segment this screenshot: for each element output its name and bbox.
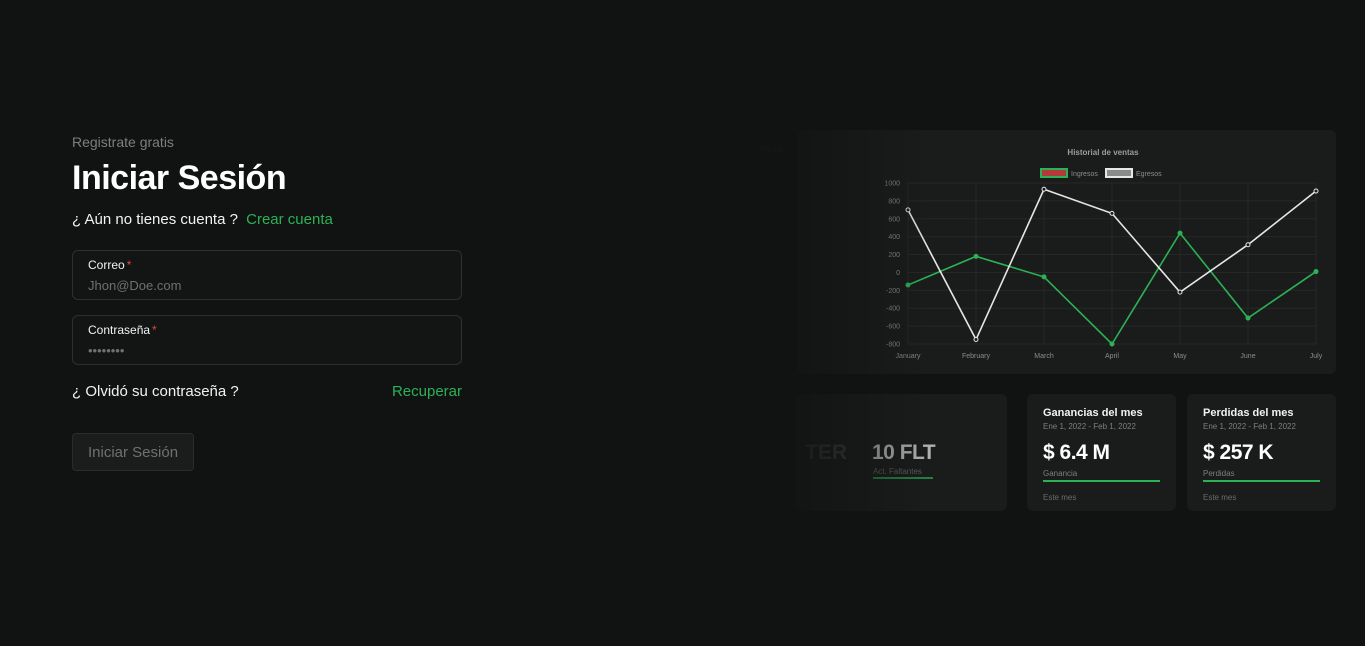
data-point-egresos: [1313, 188, 1319, 194]
data-point-ingresos: [1041, 274, 1047, 280]
data-point-ingresos: [1109, 341, 1115, 347]
login-subtitle: Registrate gratis: [72, 134, 174, 150]
data-point-ingresos: [1177, 230, 1183, 236]
perdidas-caption: Perdidas: [1203, 469, 1235, 478]
ganancias-range: Ene 1, 2022 - Feb 1, 2022: [1043, 422, 1136, 431]
x-tick-label: June: [1240, 353, 1255, 360]
email-label-text: Correo: [88, 258, 125, 272]
data-point-egresos: [1109, 210, 1115, 216]
data-point-egresos: [1177, 289, 1183, 295]
perdidas-value: $ 257 K: [1203, 441, 1274, 464]
x-tick-label: July: [1310, 353, 1323, 360]
legend-label-ingresos: Ingresos: [1071, 171, 1098, 178]
y-tick-label: 200: [888, 252, 900, 259]
flt-caption: Act. Faltantes: [873, 467, 922, 476]
y-tick-label: 400: [888, 234, 900, 241]
legend-label-egresos: Egresos: [1136, 171, 1162, 178]
email-field[interactable]: Correo *: [72, 250, 462, 300]
y-tick-label: 0: [896, 270, 900, 277]
ganancias-caption: Ganancia: [1043, 469, 1078, 478]
login-submit-button[interactable]: Iniciar Sesión: [72, 433, 195, 471]
forgot-row: ¿ Olvidó su contraseña ? Recuperar: [72, 382, 462, 402]
sales-line-chart: Historial de ventas Ingresos Egresos 1000 80…: [884, 148, 1323, 360]
y-tick-label: -600: [886, 324, 900, 331]
email-label: Correo *: [88, 257, 446, 273]
perdidas-card: Perdidas del mes Ene 1, 2022 - Feb 1, 20…: [1187, 394, 1336, 511]
x-tick-label: February: [962, 353, 991, 360]
x-tick-label: January: [896, 353, 921, 360]
perdidas-title: Perdidas del mes: [1203, 407, 1294, 419]
y-tick-label: -800: [886, 342, 900, 349]
password-input[interactable]: [88, 341, 446, 359]
data-point-ingresos: [973, 253, 979, 259]
x-tick-label: March: [1034, 353, 1054, 360]
perdidas-range: Ene 1, 2022 - Feb 1, 2022: [1203, 422, 1296, 431]
y-tick-label: 800: [888, 198, 900, 205]
sales-chart-card: Historial de ventas Ingresos Egresos 1000 80…: [797, 130, 1336, 374]
legend-swatch-ingresos: [1040, 168, 1068, 178]
ganancias-card: Ganancias del mes Ene 1, 2022 - Feb 1, 2…: [1027, 394, 1176, 511]
password-label: Contraseña *: [88, 322, 446, 338]
y-tick-label: 600: [888, 216, 900, 223]
password-required-mark: *: [152, 323, 157, 337]
no-account-text: ¿ Aún no tienes cuenta ?: [72, 211, 238, 228]
data-point-ingresos: [905, 282, 911, 288]
recover-link[interactable]: Recuperar: [392, 382, 462, 402]
y-tick-label: -200: [886, 288, 900, 295]
password-field[interactable]: Contraseña *: [72, 315, 462, 365]
x-tick-label: April: [1105, 353, 1119, 360]
data-point-egresos: [1245, 242, 1251, 248]
partial-stat-card: TER 10 FLT Act. Faltantes: [795, 394, 1007, 511]
email-input[interactable]: [88, 276, 446, 294]
data-point-ingresos: [1245, 315, 1251, 321]
login-form: Registrate gratis Iniciar Sesión ¿ Aún n…: [72, 132, 462, 471]
ganancias-bar: [1043, 480, 1160, 482]
x-tick-label: May: [1173, 353, 1187, 360]
data-point-egresos: [973, 337, 979, 343]
data-point-egresos: [1041, 186, 1047, 192]
perdidas-footer: Este mes: [1203, 493, 1237, 502]
signup-row: ¿ Aún no tienes cuenta ? Crear cuenta: [72, 210, 462, 230]
flt-progress-bar: [873, 477, 933, 479]
page-title: Iniciar Sesión: [72, 159, 287, 197]
chart-title: Historial de ventas: [1067, 148, 1139, 157]
ganancias-title: Ganancias del mes: [1043, 407, 1143, 419]
y-tick-label: 1000: [884, 181, 900, 188]
ghost-section-label: ntas: [760, 143, 783, 155]
data-point-ingresos: [1313, 269, 1319, 275]
ganancias-footer: Este mes: [1043, 493, 1077, 502]
ganancias-value: $ 6.4 M: [1043, 441, 1110, 464]
flt-value: 10 FLT: [872, 441, 936, 464]
password-label-text: Contraseña: [88, 323, 151, 337]
create-account-link[interactable]: Crear cuenta: [246, 211, 333, 228]
legend-swatch-egresos: [1105, 168, 1133, 178]
email-required-mark: *: [126, 258, 132, 272]
perdidas-bar: [1203, 480, 1320, 482]
forgot-password-text: ¿ Olvidó su contraseña ?: [72, 383, 239, 400]
y-tick-label: -400: [886, 306, 900, 313]
data-point-egresos: [905, 207, 911, 213]
partial-ghost-text: TER: [805, 441, 847, 464]
